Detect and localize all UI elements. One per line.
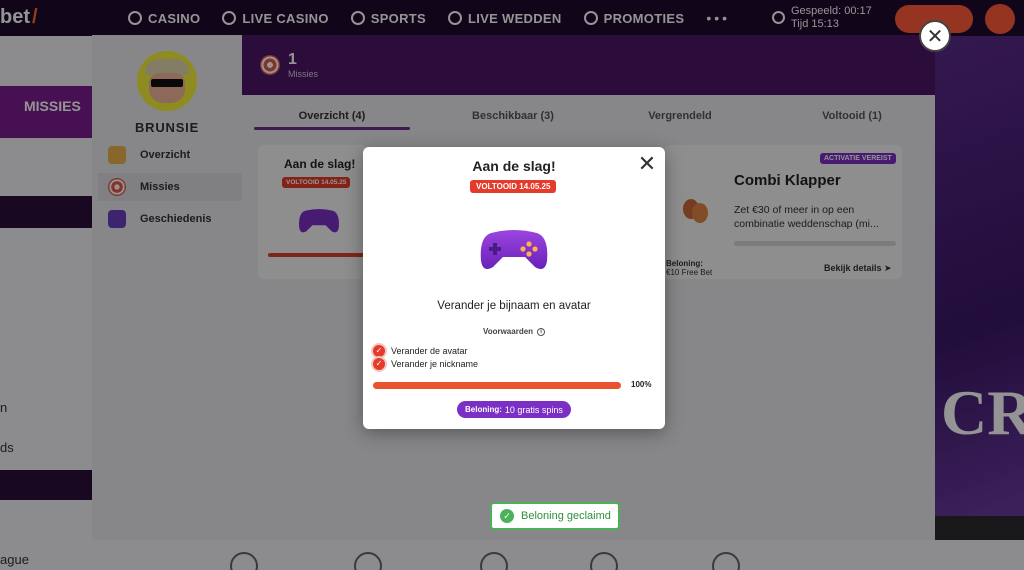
conditions-label: Voorwaarden xyxy=(482,327,534,336)
info-icon[interactable]: i xyxy=(537,327,546,336)
close-panel-button[interactable]: ✕ xyxy=(919,20,951,52)
condition-text: Verander je nickname xyxy=(391,359,479,369)
toast-text: Beloning geclaimd xyxy=(521,510,611,522)
condition-text: Verander de avatar xyxy=(391,346,468,356)
gamepad-icon xyxy=(480,230,548,269)
reward-pill: Beloning: 10 gratis spins xyxy=(457,401,571,418)
mission-detail-modal: Aan de slag! ✕ VOLTOOID 14.05.25 Verande… xyxy=(363,147,665,429)
progress-percentage: 100% xyxy=(631,380,652,389)
mission-progress-bar xyxy=(373,382,621,389)
completed-badge: VOLTOOID 14.05.25 xyxy=(470,180,557,193)
reward-label: Beloning: xyxy=(465,405,502,414)
conditions-heading: Voorwaarden i xyxy=(363,327,665,336)
condition-item: ✓ Verander de avatar xyxy=(373,345,468,357)
reward-claimed-toast: ✓ Beloning geclaimd xyxy=(490,502,620,530)
condition-item: ✓ Verander je nickname xyxy=(373,358,478,370)
checkmark-icon: ✓ xyxy=(373,345,385,357)
mission-description: Verander je bijnaam en avatar xyxy=(437,300,591,312)
close-icon: ✕ xyxy=(926,25,944,48)
modal-title: Aan de slag! xyxy=(472,158,556,174)
checkmark-icon: ✓ xyxy=(373,358,385,370)
success-check-icon: ✓ xyxy=(500,509,514,523)
reward-value: 10 gratis spins xyxy=(504,404,563,415)
close-modal-button[interactable]: ✕ xyxy=(637,153,657,175)
